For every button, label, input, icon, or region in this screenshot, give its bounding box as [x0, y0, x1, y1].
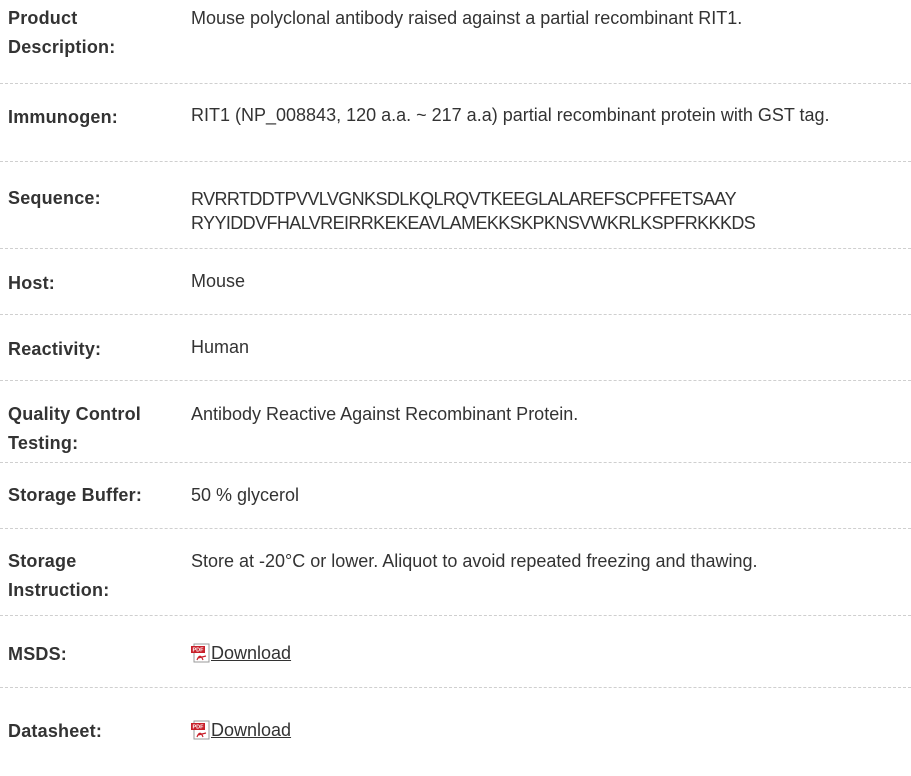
sequence-label: Sequence: — [8, 188, 101, 208]
host-label: Host: — [8, 273, 55, 293]
row-storage-instruction: Storage Instruction: Store at -20°C or l… — [0, 529, 911, 616]
row-reactivity: Reactivity: Human — [0, 315, 911, 381]
datasheet-download-text[interactable]: Download — [211, 718, 291, 742]
storage-instruction-value: Store at -20°C or lower. Aliquot to avoi… — [191, 551, 758, 571]
datasheet-value: PDF Download — [191, 718, 911, 746]
storage-buffer-value: 50 % glycerol — [191, 485, 300, 505]
immunogen-label: Immunogen: — [8, 107, 118, 127]
sequence-line-1: RVRRTDDTPVVLVGNKSDLKQLRQVTKEEGLALAREFSCP… — [191, 189, 737, 209]
row-storage-buffer: Storage Buffer: 50 % glycerol — [0, 463, 911, 529]
immunogen-value: RIT1 (NP_008843, 120 a.a. ~ 217 a.a) par… — [191, 105, 830, 125]
row-msds: MSDS: PDF Download — [0, 616, 911, 688]
pdf-icon: PDF — [191, 720, 210, 740]
sequence-line-2: RYYIDDVFHALVREIRRKEKEAVLAMEKKSKPKNSVWKRL… — [191, 213, 756, 233]
storage-instruction-label: Storage Instruction: — [8, 551, 110, 600]
reactivity-value: Human — [191, 337, 250, 357]
quality-control-value: Antibody Reactive Against Recombinant Pr… — [191, 404, 579, 424]
svg-text:PDF: PDF — [193, 725, 205, 731]
sequence-value: RVRRTDDTPVVLVGNKSDLKQLRQVTKEEGLALAREFSCP… — [191, 187, 911, 235]
row-product-description: Product Description: Mouse polyclonal an… — [0, 0, 911, 84]
msds-download-text[interactable]: Download — [211, 641, 291, 665]
row-immunogen: Immunogen: RIT1 (NP_008843, 120 a.a. ~ 2… — [0, 84, 911, 162]
pdf-icon: PDF — [191, 643, 210, 663]
product-description-label: Product Description: — [8, 8, 116, 57]
svg-text:PDF: PDF — [193, 648, 205, 654]
host-value: Mouse — [191, 271, 246, 291]
reactivity-label: Reactivity: — [8, 339, 102, 359]
datasheet-label: Datasheet: — [8, 721, 103, 741]
product-description-value: Mouse polyclonal antibody raised against… — [191, 8, 743, 28]
row-host: Host: Mouse — [0, 249, 911, 315]
product-spec-table: Product Description: Mouse polyclonal an… — [0, 0, 911, 776]
storage-buffer-label: Storage Buffer: — [8, 485, 143, 505]
msds-label: MSDS: — [8, 644, 67, 664]
msds-value: PDF Download — [191, 641, 911, 669]
quality-control-label: Quality Control Testing: — [8, 404, 141, 453]
msds-download-link[interactable]: PDF Download — [191, 641, 291, 665]
row-quality-control: Quality Control Testing: Antibody Reacti… — [0, 381, 911, 463]
row-datasheet: Datasheet: PDF Download — [0, 688, 911, 776]
row-sequence: Sequence: RVRRTDDTPVVLVGNKSDLKQLRQVTKEEG… — [0, 162, 911, 249]
datasheet-download-link[interactable]: PDF Download — [191, 718, 291, 742]
